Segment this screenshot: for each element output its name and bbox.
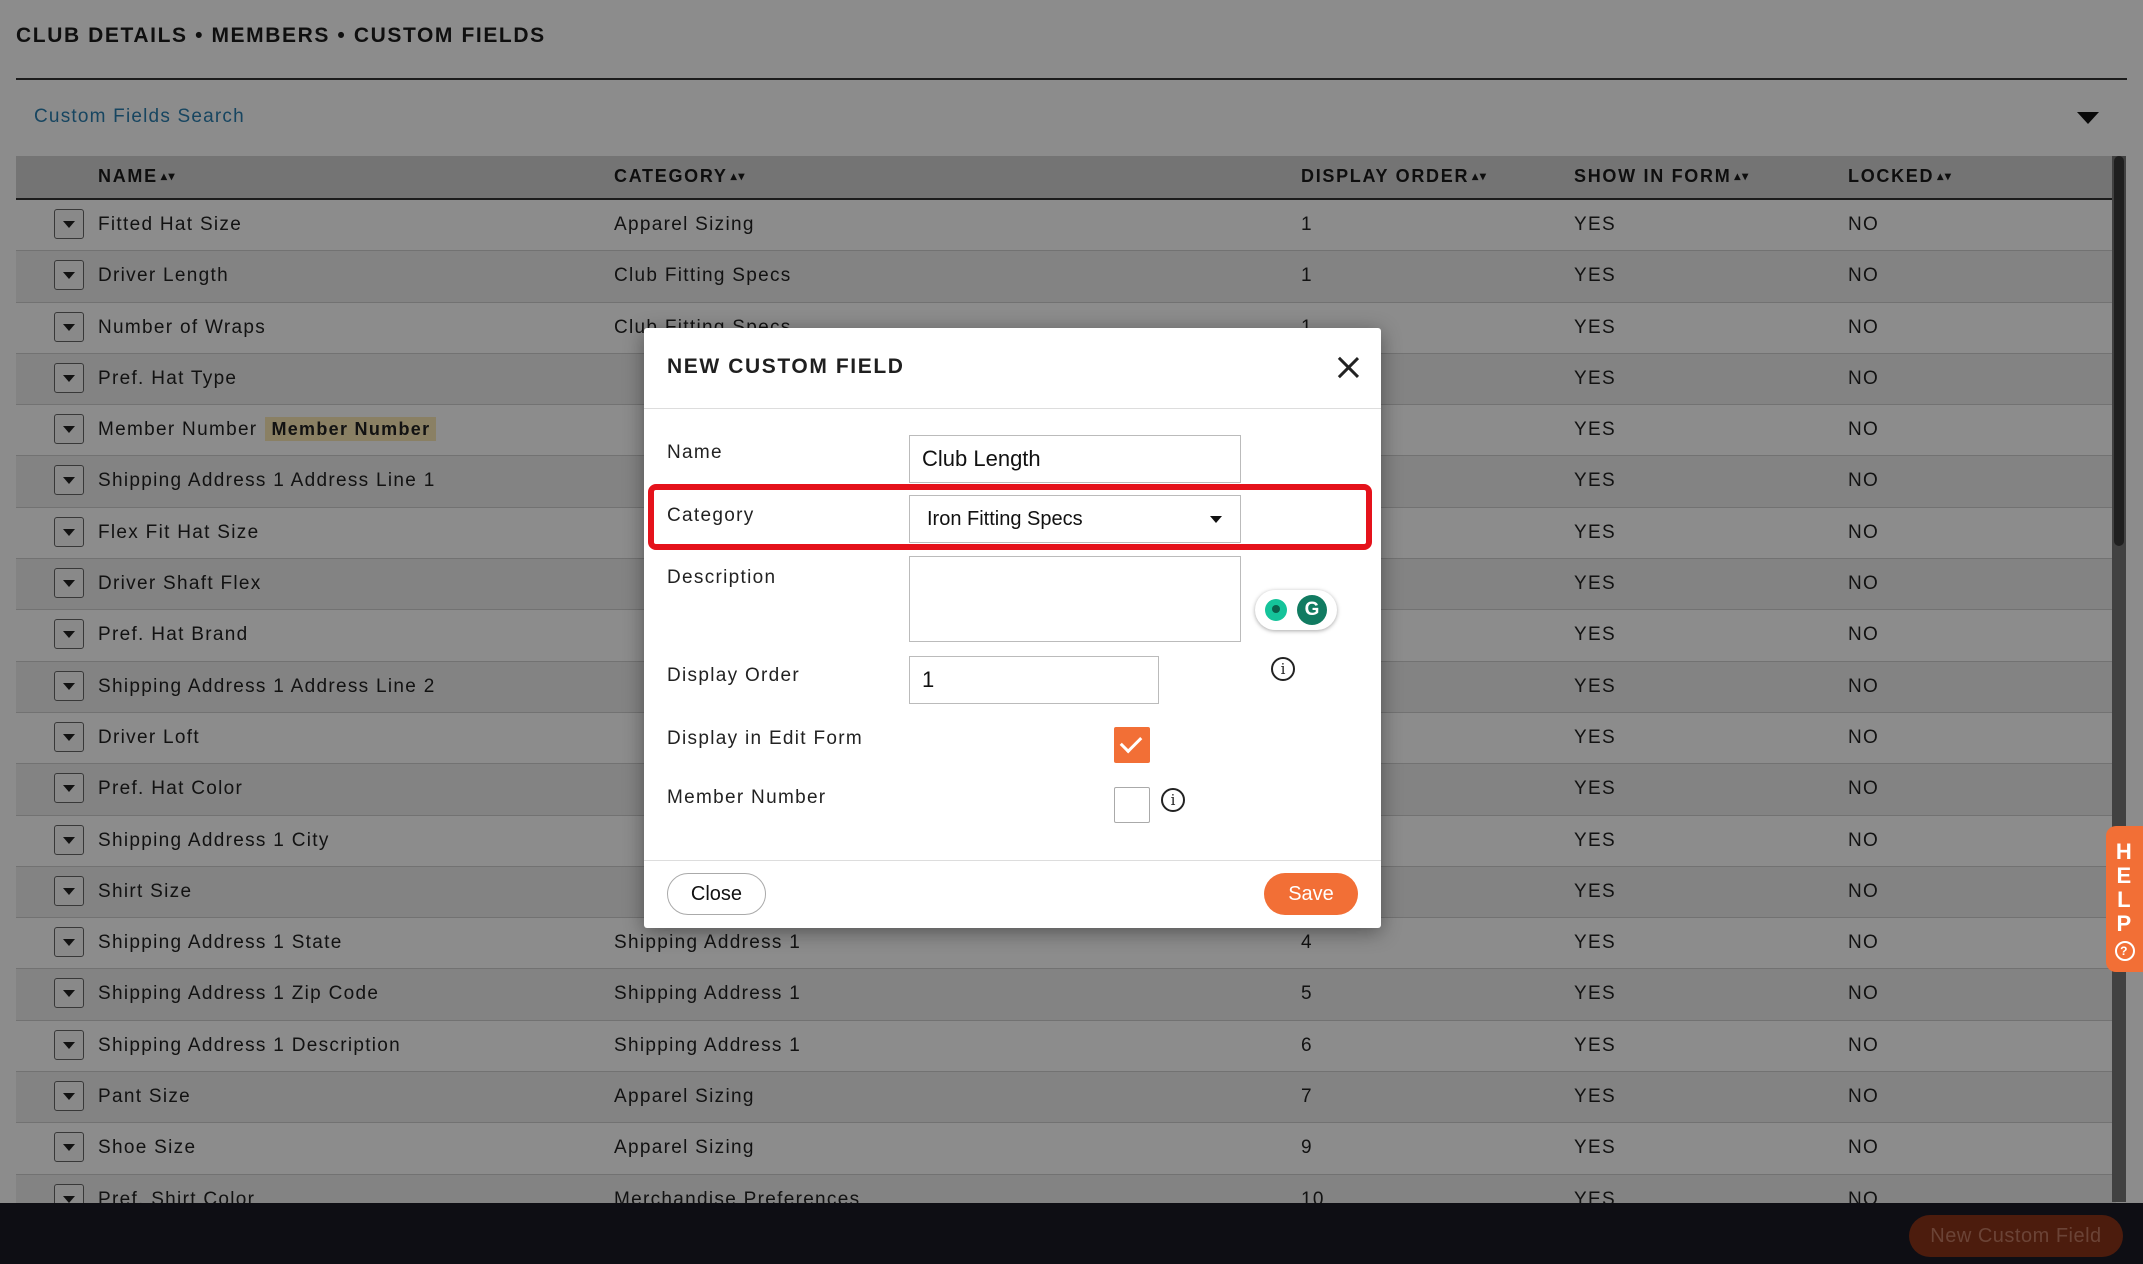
help-letter: E xyxy=(2116,863,2133,888)
info-icon[interactable]: i xyxy=(1271,657,1295,681)
display-order-label: Display Order xyxy=(667,665,801,686)
help-letter: P xyxy=(2116,911,2133,936)
new-custom-field-modal: NEW CUSTOM FIELD Name Category Iron Fitt… xyxy=(644,328,1381,928)
help-tab[interactable]: H E L P ? xyxy=(2106,826,2143,972)
grammarly-logo-icon[interactable]: G xyxy=(1297,595,1327,625)
modal-footer: Close Save xyxy=(644,860,1381,929)
question-circle-icon: ? xyxy=(2114,941,2135,961)
save-button[interactable]: Save xyxy=(1264,873,1358,915)
grammarly-bulb-icon[interactable] xyxy=(1265,599,1287,621)
info-icon[interactable]: i xyxy=(1161,788,1185,812)
help-letter: H xyxy=(2115,839,2134,864)
display-in-edit-form-label: Display in Edit Form xyxy=(667,728,863,749)
description-label: Description xyxy=(667,567,777,588)
member-number-label: Member Number xyxy=(667,787,827,808)
grammarly-widget[interactable]: G xyxy=(1255,590,1337,630)
close-icon[interactable] xyxy=(1335,354,1361,380)
category-highlight-box xyxy=(648,484,1372,550)
name-input[interactable] xyxy=(909,435,1241,483)
member-number-checkbox[interactable] xyxy=(1114,787,1150,823)
name-label: Name xyxy=(667,442,723,463)
modal-title: NEW CUSTOM FIELD xyxy=(667,355,905,378)
display-in-edit-form-checkbox[interactable] xyxy=(1114,727,1150,763)
display-order-input[interactable] xyxy=(909,656,1159,704)
help-letter: L xyxy=(2117,887,2132,912)
close-button[interactable]: Close xyxy=(667,873,766,915)
modal-header: NEW CUSTOM FIELD xyxy=(644,328,1381,409)
description-textarea[interactable] xyxy=(909,556,1241,642)
